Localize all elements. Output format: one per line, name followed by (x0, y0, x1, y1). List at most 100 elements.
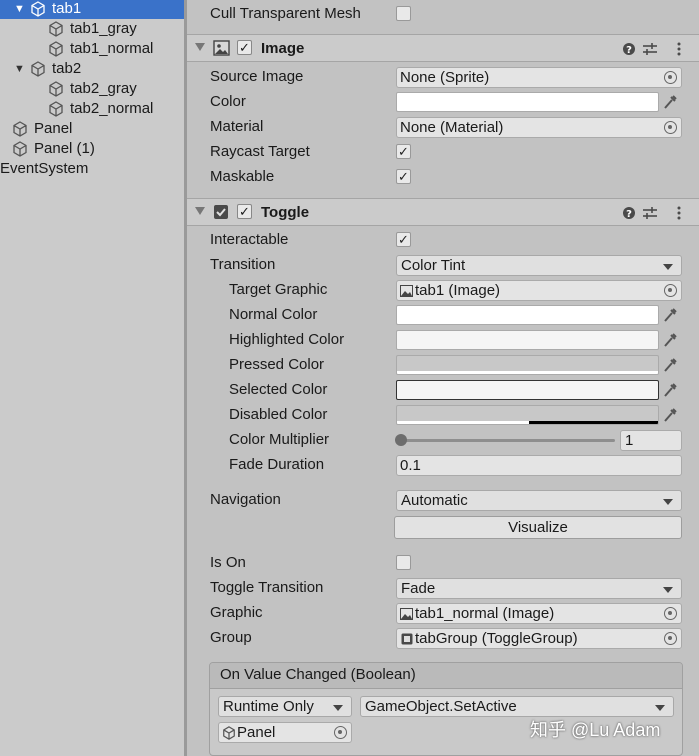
interactable-checkbox[interactable]: ✓ (396, 232, 411, 247)
target-graphic-label: Target Graphic (229, 281, 328, 298)
dropdown-arrow-icon (663, 499, 673, 505)
pressed-color-row: Pressed Color (187, 353, 699, 378)
color-multiplier-slider-handle[interactable] (395, 434, 407, 446)
transition-dropdown[interactable]: Color Tint (396, 255, 682, 276)
hierarchy-item-tab1[interactable]: ▼ tab1 (0, 0, 184, 19)
hierarchy-item-tab1-normal[interactable]: tab1_normal (0, 39, 184, 59)
hierarchy-label: tab2_normal (70, 100, 154, 117)
hierarchy-item-panel-1[interactable]: Panel (1) (0, 139, 184, 159)
normal-color-swatch[interactable] (396, 305, 659, 325)
source-image-field[interactable]: None (Sprite) (396, 67, 682, 88)
graphic-field[interactable]: tab1_normal (Image) (396, 603, 682, 624)
hierarchy-item-tab1-gray[interactable]: tab1_gray (0, 19, 184, 39)
dropdown-arrow-icon (655, 705, 665, 711)
highlighted-color-row: Highlighted Color (187, 328, 699, 353)
presets-icon (643, 43, 657, 55)
material-field[interactable]: None (Material) (396, 117, 682, 138)
image-component-header[interactable]: ✓ Image ? (187, 34, 699, 62)
foldout-arrow-icon[interactable] (195, 43, 205, 51)
fade-duration-value: 0.1 (400, 457, 421, 474)
target-graphic-row: Target Graphic tab1 (Image) (187, 278, 699, 303)
interactable-label: Interactable (210, 231, 289, 248)
color-multiplier-row: Color Multiplier 1 (187, 428, 699, 453)
hierarchy-label: tab2_gray (70, 80, 137, 97)
pressed-color-label: Pressed Color (229, 356, 325, 373)
fade-duration-input[interactable]: 0.1 (396, 455, 682, 476)
group-field[interactable]: tabGroup (ToggleGroup) (396, 628, 682, 649)
object-picker-icon[interactable] (334, 726, 347, 739)
is-on-checkbox[interactable] (396, 555, 411, 570)
selected-color-swatch[interactable] (396, 380, 659, 400)
toggle-component-title: Toggle (261, 204, 310, 221)
hierarchy-label: tab2 (52, 60, 82, 77)
toggle-transition-value: Fade (401, 580, 436, 597)
expand-arrow-icon[interactable]: ▼ (14, 59, 25, 79)
component-header-icons: ? (623, 42, 681, 56)
target-graphic-field[interactable]: tab1 (Image) (396, 280, 682, 301)
gameobject-cube-icon (13, 121, 27, 137)
gameobject-cube-icon (31, 1, 45, 17)
maskable-checkbox[interactable]: ✓ (396, 169, 411, 184)
eyedropper-icon[interactable] (663, 382, 677, 398)
eyedropper-icon[interactable] (663, 94, 677, 110)
image-enabled-checkbox[interactable]: ✓ (237, 40, 252, 55)
hierarchy-label: Panel (34, 120, 73, 137)
inspector-panel: Cull Transparent Mesh ✓ Image ? Source I… (187, 0, 699, 756)
event-target-object-field[interactable]: Panel (218, 722, 352, 743)
eyedropper-icon[interactable] (663, 357, 677, 373)
eyedropper-icon[interactable] (663, 307, 677, 323)
svg-text:?: ? (626, 209, 632, 220)
object-picker-icon[interactable] (664, 71, 677, 84)
hierarchy-item-eventsystem[interactable]: EventSystem (0, 159, 184, 179)
cull-transparent-mesh-row: Cull Transparent Mesh (187, 2, 699, 27)
selected-color-label: Selected Color (229, 381, 328, 398)
raycast-target-checkbox[interactable]: ✓ (396, 144, 411, 159)
disabled-color-swatch[interactable] (396, 405, 659, 425)
hierarchy-item-panel[interactable]: Panel (0, 119, 184, 139)
dropdown-arrow-icon (663, 587, 673, 593)
eyedropper-icon[interactable] (663, 332, 677, 348)
visualize-button[interactable]: Visualize (394, 516, 682, 539)
color-swatch[interactable] (396, 92, 659, 112)
hierarchy-item-tab2[interactable]: ▼ tab2 (0, 59, 184, 79)
eyedropper-icon[interactable] (663, 407, 677, 423)
event-title: On Value Changed (Boolean) (220, 666, 416, 683)
alpha-bar (397, 371, 658, 374)
hierarchy-label: Panel (1) (34, 140, 95, 157)
source-image-value: None (Sprite) (400, 69, 490, 86)
foldout-arrow-icon[interactable] (195, 207, 205, 215)
navigation-row: Navigation Automatic (187, 488, 699, 513)
svg-text:?: ? (626, 45, 632, 56)
color-multiplier-input[interactable]: 1 (620, 430, 682, 451)
highlighted-color-swatch[interactable] (396, 330, 659, 350)
graphic-label: Graphic (210, 604, 263, 621)
is-on-label: Is On (210, 554, 246, 571)
color-multiplier-slider-track[interactable] (400, 439, 615, 442)
alpha-bar-black (529, 421, 658, 424)
object-picker-icon[interactable] (664, 632, 677, 645)
hierarchy-item-tab2-normal[interactable]: tab2_normal (0, 99, 184, 119)
cull-transparent-mesh-checkbox[interactable] (396, 6, 411, 21)
toggle-transition-dropdown[interactable]: Fade (396, 578, 682, 599)
gameobject-cube-icon (49, 21, 63, 37)
object-picker-icon[interactable] (664, 284, 677, 297)
pressed-color-swatch[interactable] (396, 355, 659, 375)
hierarchy-label: tab1_normal (70, 40, 154, 57)
color-multiplier-label: Color Multiplier (229, 431, 330, 448)
expand-arrow-icon[interactable]: ▼ (14, 0, 25, 19)
visualize-row: Visualize (187, 516, 699, 541)
is-on-row: Is On (187, 551, 699, 576)
hierarchy-panel: ▼ tab1 tab1_gray tab1_normal ▼ tab2 tab2… (0, 0, 184, 756)
toggle-component-header[interactable]: ✓ Toggle ? (187, 198, 699, 226)
object-picker-icon[interactable] (664, 121, 677, 134)
more-options-icon (677, 42, 681, 56)
hierarchy-item-tab2-gray[interactable]: tab2_gray (0, 79, 184, 99)
event-function-value: GameObject.SetActive (365, 698, 517, 715)
runtime-mode-dropdown[interactable]: Runtime Only (218, 696, 352, 717)
event-function-dropdown[interactable]: GameObject.SetActive (360, 696, 674, 717)
object-picker-icon[interactable] (664, 607, 677, 620)
dropdown-arrow-icon (663, 264, 673, 270)
navigation-dropdown[interactable]: Automatic (396, 490, 682, 511)
fade-duration-row: Fade Duration 0.1 (187, 453, 699, 478)
toggle-enabled-checkbox[interactable]: ✓ (237, 204, 252, 219)
